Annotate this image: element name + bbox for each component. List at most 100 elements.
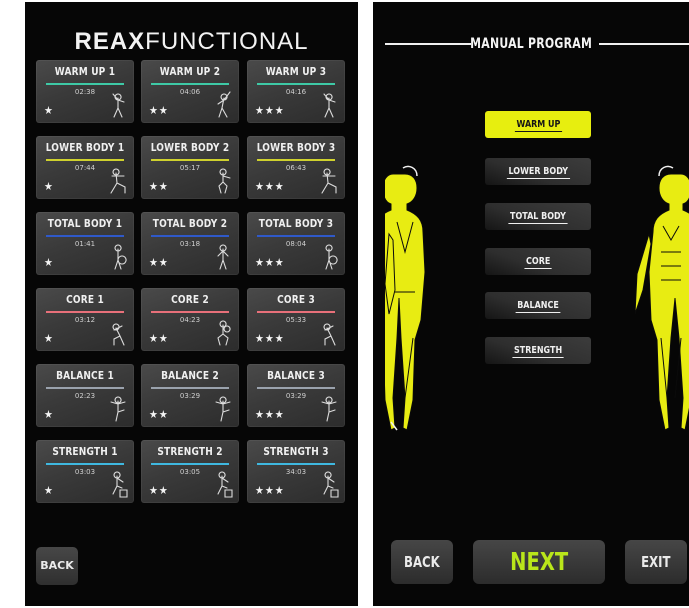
workout-title: BALANCE 1: [56, 369, 114, 382]
workout-tile[interactable]: WARM UP 1 02:38 ★: [36, 60, 134, 123]
category-color-line: [151, 463, 229, 465]
header-divider-right: [599, 43, 689, 45]
difficulty-stars: ★★: [149, 256, 169, 269]
category-color-line: [46, 159, 124, 161]
category-color-line: [46, 235, 124, 237]
program-label: LOWER BODY: [506, 166, 570, 179]
squat-ball-figure-icon: [217, 320, 231, 346]
workout-tile[interactable]: BALANCE 3 03:29 ★★★: [247, 364, 345, 427]
difficulty-stars: ★★★: [255, 180, 285, 193]
category-color-line: [257, 463, 335, 465]
workout-tile[interactable]: CORE 3 05:33 ★★★: [247, 288, 345, 351]
program-label: CORE: [524, 256, 552, 269]
difficulty-stars: ★★: [149, 484, 169, 497]
squat-figure-icon: [218, 168, 231, 194]
workout-tile[interactable]: TOTAL BODY 2 03:18 ★★: [141, 212, 239, 275]
balance-figure-icon: [321, 396, 337, 422]
workout-title: TOTAL BODY 3: [258, 217, 334, 230]
category-color-line: [46, 83, 124, 85]
workout-tile[interactable]: TOTAL BODY 1 01:41 ★: [36, 212, 134, 275]
difficulty-stars: ★★★: [255, 332, 285, 345]
workout-title: CORE 2: [171, 293, 209, 306]
difficulty-stars: ★: [44, 332, 54, 345]
box-step-figure-icon: [112, 471, 128, 498]
category-color-line: [151, 387, 229, 389]
program-label: TOTAL BODY: [508, 211, 568, 224]
back-button[interactable]: BACK: [36, 547, 78, 585]
workout-title: STRENGTH 2: [157, 445, 223, 458]
exit-button[interactable]: EXIT: [625, 540, 687, 584]
program-button[interactable]: WARM UP: [485, 111, 591, 138]
program-button[interactable]: STRENGTH: [485, 337, 591, 364]
workout-title: CORE 3: [277, 293, 315, 306]
workout-tile[interactable]: CORE 2 04:23 ★★: [141, 288, 239, 351]
difficulty-stars: ★★★: [255, 484, 285, 497]
difficulty-stars: ★★★: [255, 256, 285, 269]
difficulty-stars: ★: [44, 180, 54, 193]
workout-title: WARM UP 2: [159, 65, 221, 78]
next-button[interactable]: NEXT: [473, 540, 605, 584]
program-button[interactable]: TOTAL BODY: [485, 203, 591, 230]
difficulty-stars: ★★★: [255, 104, 285, 117]
workout-tile[interactable]: LOWER BODY 3 06:43 ★★★: [247, 136, 345, 199]
category-color-line: [46, 387, 124, 389]
reaxfunctional-logo: REAXFUNCTIONAL: [74, 28, 309, 55]
workout-title: STRENGTH 1: [52, 445, 118, 458]
workout-tile[interactable]: BALANCE 1 02:23 ★: [36, 364, 134, 427]
workout-tile[interactable]: TOTAL BODY 3 08:04 ★★★: [247, 212, 345, 275]
workout-title: WARM UP 3: [265, 65, 327, 78]
workout-title: LOWER BODY 1: [45, 141, 125, 154]
difficulty-stars: ★★: [149, 104, 169, 117]
crunch-figure-icon: [323, 323, 336, 346]
difficulty-stars: ★★★: [255, 408, 285, 421]
workout-title: TOTAL BODY 2: [152, 217, 228, 230]
manual-program-screen: MANUAL PROGRAM WARM UP LOWER BODY TOTAL BO…: [373, 2, 689, 606]
category-color-line: [257, 83, 335, 85]
arm-swing-figure-icon: [112, 93, 125, 118]
box-step-figure-icon: [323, 471, 339, 498]
crunch-figure-icon: [112, 323, 125, 346]
workout-title: LOWER BODY 2: [150, 141, 230, 154]
workout-selection-screen: REAXFUNCTIONAL WARM UP 1 02:38 ★ WARM UP 20…: [25, 2, 358, 606]
lunge-figure-icon: [321, 168, 337, 194]
workout-title: STRENGTH 3: [263, 445, 329, 458]
arm-swing-figure-icon: [323, 93, 336, 118]
workout-title: LOWER BODY 3: [256, 141, 336, 154]
program-button[interactable]: BALANCE: [485, 292, 591, 319]
workout-title: WARM UP 1: [54, 65, 116, 78]
workout-tile[interactable]: WARM UP 3 04:16 ★★★: [247, 60, 345, 123]
workout-tile[interactable]: STRENGTH 2 03:05 ★★: [141, 440, 239, 503]
program-label: WARM UP: [514, 119, 562, 132]
ball-figure-icon: [325, 244, 338, 270]
difficulty-stars: ★: [44, 408, 54, 421]
workout-tile[interactable]: LOWER BODY 1 07:44 ★: [36, 136, 134, 199]
side-stretch-figure-icon: [217, 91, 231, 118]
category-color-line: [151, 235, 229, 237]
workout-tile[interactable]: CORE 1 03:12 ★: [36, 288, 134, 351]
workout-tile[interactable]: LOWER BODY 2 05:17 ★★: [141, 136, 239, 199]
workout-tile[interactable]: STRENGTH 3 34:03 ★★★: [247, 440, 345, 503]
workout-tile[interactable]: STRENGTH 1 03:03 ★: [36, 440, 134, 503]
box-step-figure-icon: [217, 471, 233, 498]
program-label: STRENGTH: [512, 345, 564, 358]
workout-tile[interactable]: WARM UP 2 04:06 ★★: [141, 60, 239, 123]
program-button[interactable]: LOWER BODY: [485, 158, 591, 185]
muscle-body-back-figure: [385, 165, 425, 431]
difficulty-stars: ★: [44, 484, 54, 497]
balance-figure-icon: [110, 396, 126, 422]
category-color-line: [151, 311, 229, 313]
workout-tile[interactable]: BALANCE 2 03:29 ★★: [141, 364, 239, 427]
difficulty-stars: ★: [44, 104, 54, 117]
workout-title: TOTAL BODY 1: [47, 217, 123, 230]
workout-title: BALANCE 2: [161, 369, 219, 382]
category-color-line: [257, 387, 335, 389]
program-button[interactable]: CORE: [485, 248, 591, 275]
ball-figure-icon: [114, 244, 127, 270]
balance-figure-icon: [215, 396, 231, 422]
category-color-line: [257, 159, 335, 161]
difficulty-stars: ★★: [149, 408, 169, 421]
category-color-line: [257, 311, 335, 313]
workout-title: BALANCE 3: [267, 369, 325, 382]
back-button[interactable]: BACK: [391, 540, 453, 584]
difficulty-stars: ★★: [149, 332, 169, 345]
